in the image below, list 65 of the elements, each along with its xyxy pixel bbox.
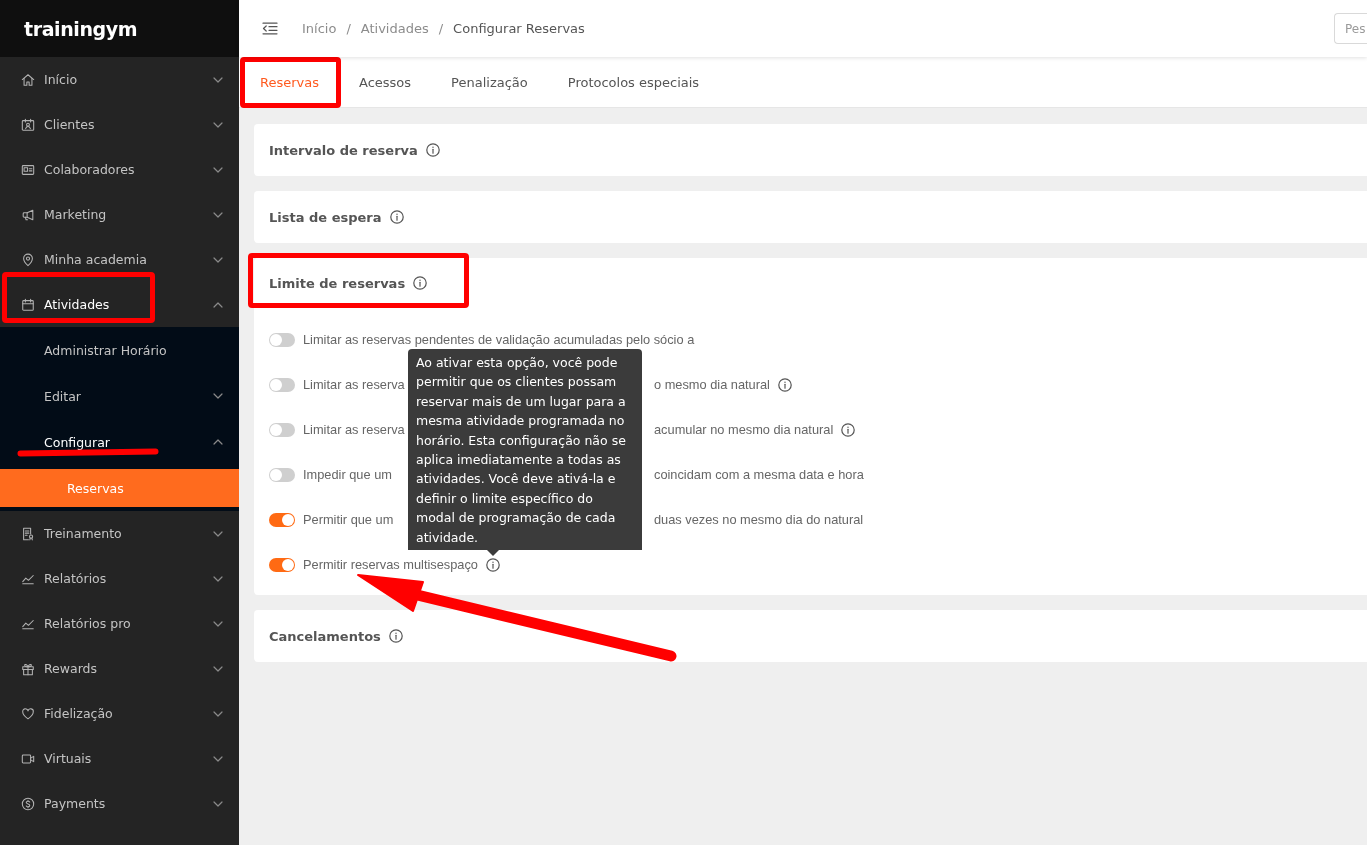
logo: trainingym [24, 17, 138, 40]
info-icon[interactable] [389, 210, 404, 224]
info-icon[interactable] [841, 422, 856, 437]
nav-item[interactable]: Minha academia [0, 237, 239, 282]
dollar-coin-icon [21, 796, 35, 811]
option-label: Limitar as reservas pendentes de validação acumuladas pelo sócio a [303, 332, 695, 347]
calendar-icon [21, 297, 35, 312]
nav-item[interactable]: Treinamento [0, 511, 239, 556]
option-label: coincidam com a mesma data e hora [654, 467, 864, 482]
info-icon[interactable] [388, 629, 403, 643]
breadcrumb-separator: / [346, 21, 351, 36]
heart-icon [21, 706, 35, 721]
location-pin-icon [21, 252, 35, 267]
nav-item[interactable]: Clientes [0, 102, 239, 147]
nav-item[interactable]: Relatórios pro [0, 601, 239, 646]
toggle-switch[interactable] [269, 512, 295, 527]
id-card-icon [21, 162, 35, 177]
toggle-switch[interactable] [269, 467, 295, 482]
home-icon [21, 72, 35, 87]
nav-item[interactable]: Configurar [0, 419, 239, 465]
nav-item[interactable]: Fidelização [0, 691, 239, 736]
video-camera-icon [21, 751, 35, 766]
breadcrumb-link[interactable]: Atividades [360, 21, 429, 36]
option-label: o mesmo dia natural [654, 377, 770, 392]
nav-item[interactable]: Início [0, 57, 239, 102]
option-label: Permitir que um [303, 512, 394, 527]
option-label: Impedir que um [303, 467, 392, 482]
nav-item[interactable]: Marketing [0, 192, 239, 237]
option-label: Limitar as reserva [303, 377, 405, 392]
option-label: Permitir reservas multisespaço [303, 557, 478, 572]
toggle-switch[interactable] [269, 422, 295, 437]
toggle-switch[interactable] [269, 332, 295, 347]
megaphone-icon [21, 207, 35, 222]
nav-item[interactable]: Editar [0, 373, 239, 419]
nav-item[interactable]: Colaboradores [0, 147, 239, 192]
section-title: Intervalo de reserva [269, 142, 418, 158]
info-icon[interactable] [485, 557, 500, 572]
toggle-switch[interactable] [269, 557, 295, 572]
info-icon[interactable] [413, 276, 428, 290]
nav-item[interactable]: Payments [0, 781, 239, 826]
nav-item[interactable]: Relatórios [0, 556, 239, 601]
tab[interactable]: Protocolos especiais [547, 57, 720, 107]
option-label: duas vezes no mesmo dia do natural [654, 512, 864, 527]
info-icon[interactable] [777, 377, 792, 392]
nav-item[interactable]: Virtuais [0, 736, 239, 781]
info-icon[interactable] [425, 143, 440, 157]
tooltip: Ao ativar esta opção, você pode permitir que os clientes possam reservar mais de um lugar para a mesma atividade programada no horário. Esta configuração não se aplica imediatamente a todas as atividades. Você deve ativá-la e definir o limite específico do modal de programação de cada atividade. [408, 348, 642, 556]
section-title: Cancelamentos [269, 628, 381, 644]
nav-item[interactable]: Atividades [0, 282, 239, 327]
option-label: acumular no mesmo dia natural [654, 422, 834, 437]
breadcrumb-separator: / [438, 21, 444, 36]
section-title: Lista de espera [269, 209, 382, 225]
id-badge-icon [21, 117, 35, 132]
search-field[interactable]: Pes [1334, 13, 1367, 44]
nav-item[interactable]: Administrar Horário [0, 327, 239, 373]
nav-item[interactable]: Rewards [0, 646, 239, 691]
toggle-switch[interactable] [269, 377, 295, 392]
tab[interactable]: Acessos [339, 57, 432, 107]
section-title: Limite de reservas [269, 275, 406, 291]
breadcrumb-current: Configurar Reservas [453, 21, 585, 36]
document-icon [21, 526, 35, 541]
menu-icon[interactable] [262, 22, 278, 35]
gift-icon [21, 661, 35, 676]
tab[interactable]: Penalização [431, 57, 548, 107]
option-label: Limitar as reserva [303, 422, 405, 437]
